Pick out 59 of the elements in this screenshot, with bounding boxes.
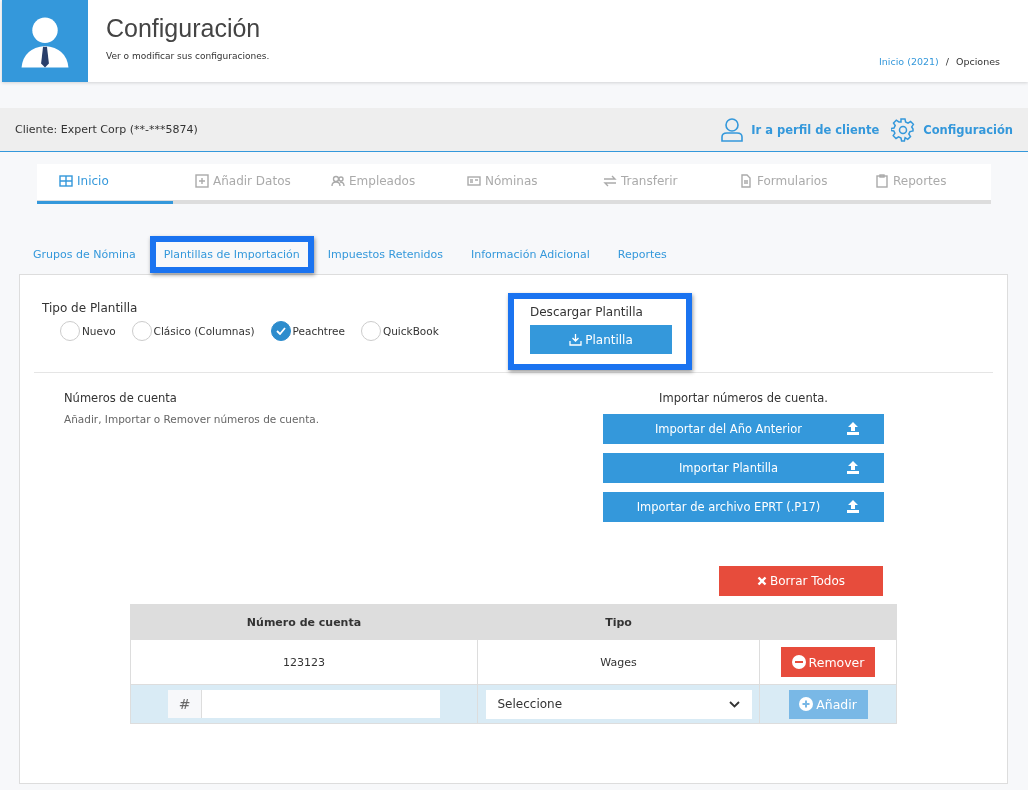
nav-tab[interactable]: Inicio (37, 164, 173, 204)
plus-icon (195, 174, 209, 188)
import-button[interactable]: Importar Plantilla (603, 453, 884, 483)
settings-link[interactable]: Configuración (891, 117, 1013, 142)
download-label: Descargar Plantilla (530, 305, 644, 319)
swap-icon (603, 174, 617, 188)
breadcrumb-item[interactable]: Inicio (2021) (879, 56, 939, 67)
import-title: Importar números de cuenta. (659, 391, 828, 405)
section-tab[interactable]: Plantillas de Importación (149, 235, 314, 273)
upload-icon (846, 460, 860, 474)
radio-option[interactable]: QuickBook (360, 321, 439, 341)
users-icon (331, 174, 345, 188)
column-header: Número de cuenta (130, 604, 478, 640)
section-tab[interactable]: Reportes (603, 235, 681, 273)
profile-link[interactable]: Ir a perfil de cliente (721, 117, 880, 142)
close-icon (756, 576, 767, 586)
page-subtitle: Ver o modificar sus configuraciones. (106, 51, 271, 61)
checkmark-icon (275, 327, 286, 335)
section-tab[interactable]: Información Adicional (456, 235, 604, 273)
radio-option[interactable]: Peachtree (270, 321, 345, 341)
page-title: Configuración (106, 14, 262, 43)
nav-tab[interactable]: Formularios (717, 164, 853, 204)
grid-icon (59, 174, 73, 188)
plus-circle-icon (799, 697, 814, 711)
column-header: Tipo (477, 604, 760, 640)
breadcrumb-item: Opciones (956, 56, 1000, 67)
template-type-label: Tipo de Plantilla (42, 301, 139, 315)
accounts-description: Añadir, Importar o Remover números de cuenta. (64, 413, 320, 425)
settings-icon (891, 117, 916, 142)
upload-icon (846, 421, 860, 435)
import-button[interactable]: Importar del Año Anterior (603, 414, 884, 444)
radio-button[interactable] (270, 321, 291, 341)
remove-button[interactable]: Remover (781, 647, 875, 677)
radio-option[interactable]: Nuevo (60, 321, 116, 341)
user-icon (721, 117, 744, 142)
doc-icon (739, 174, 753, 188)
client-name: Cliente: Expert Corp (**-***5874) (15, 123, 198, 136)
accounts-title: Números de cuenta (64, 391, 178, 405)
section-tab[interactable]: Impuestos Retenidos (313, 235, 457, 273)
upload-icon (846, 499, 860, 513)
chevron-down-icon (728, 700, 740, 708)
delete-all-button[interactable]: Borrar Todos (719, 566, 883, 596)
minus-circle-icon (791, 655, 806, 669)
nav-tab[interactable]: Empleados (309, 164, 445, 204)
breadcrumb-separator: / (945, 56, 949, 67)
hash-prefix: # (168, 690, 202, 718)
nav-tab[interactable]: Reportes (853, 164, 989, 204)
download-template-button[interactable]: Plantilla (530, 325, 672, 354)
table-cell: 123123 (130, 639, 478, 685)
clipboard-icon (875, 174, 889, 188)
download-icon (569, 333, 583, 346)
nav-tab[interactable]: Nóminas (445, 164, 581, 204)
radio-option[interactable]: Clásico (Columnas) (131, 321, 255, 341)
nav-tab[interactable]: Transferir (581, 164, 717, 204)
card-icon (467, 174, 481, 188)
table-cell: Wages (477, 639, 760, 685)
import-button[interactable]: Importar de archivo EPRT (.P17) (603, 492, 884, 522)
section-tab[interactable]: Grupos de Nómina (19, 235, 150, 273)
nav-tab[interactable]: Añadir Datos (173, 164, 309, 204)
